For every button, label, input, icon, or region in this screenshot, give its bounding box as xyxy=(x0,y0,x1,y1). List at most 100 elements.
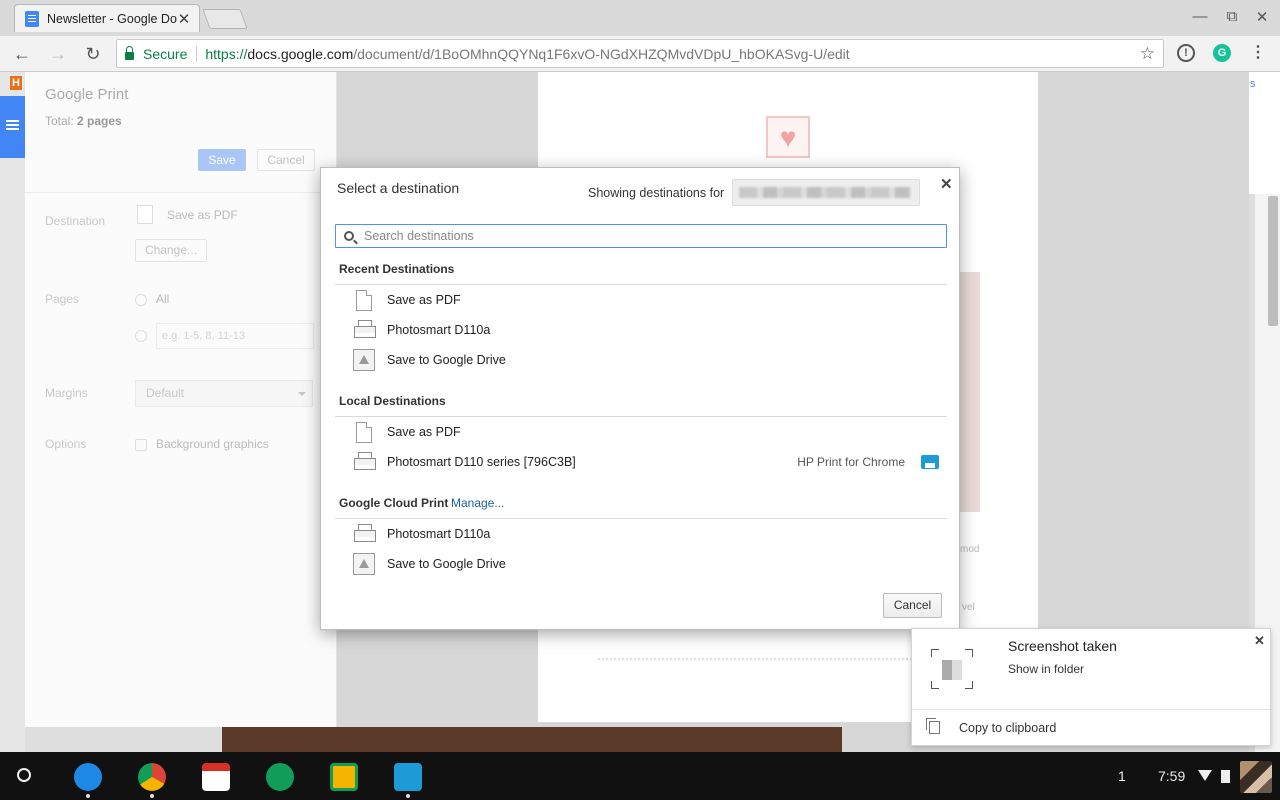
bookmark-star-icon[interactable]: ☆ xyxy=(1140,44,1155,64)
destination-value: Save as PDF xyxy=(167,208,238,222)
destination-label: Save as PDF xyxy=(387,293,461,307)
destination-item[interactable]: Save to Google Drive xyxy=(335,549,947,579)
pdf-file-icon xyxy=(356,421,372,443)
pages-all-label: All xyxy=(156,292,170,306)
print-settings-panel: Google Print Total: 2 pages Save Cancel … xyxy=(25,72,337,727)
scrollbar-thumb[interactable] xyxy=(1268,196,1278,326)
destination-item[interactable]: Photosmart D110a xyxy=(335,315,947,345)
reload-icon[interactable]: ↻ xyxy=(81,42,105,66)
local-destinations-heading: Local Destinations xyxy=(339,394,446,408)
back-icon[interactable]: ← xyxy=(10,42,34,66)
preview-bottom-photo xyxy=(222,727,842,752)
destination-item[interactable]: Save as PDF xyxy=(335,285,947,315)
chrome-icon[interactable] xyxy=(138,763,166,791)
destination-item[interactable]: Save to Google Drive xyxy=(335,345,947,375)
print-total: Total: 2 pages xyxy=(45,114,122,128)
docs-left-gutter: H xyxy=(0,72,25,752)
pages-all-radio[interactable] xyxy=(135,294,147,306)
print-total-value: 2 pages xyxy=(77,114,122,128)
minimize-icon[interactable]: — xyxy=(1190,8,1210,25)
screenshot-icon xyxy=(931,649,973,689)
destination-item[interactable]: Photosmart D110 series [796C3B] HP Print… xyxy=(335,447,947,477)
screenshot-notification: Screenshot taken Show in folder ✕ Copy t… xyxy=(911,628,1271,746)
clock[interactable]: 7:59 xyxy=(1158,768,1185,784)
lock-icon xyxy=(125,45,134,60)
forward-icon[interactable]: → xyxy=(46,42,70,66)
hp-print-icon[interactable] xyxy=(394,763,422,791)
print-total-prefix: Total: xyxy=(45,114,78,128)
url-protocol: https:// xyxy=(205,45,248,62)
files-icon[interactable] xyxy=(74,763,102,791)
background-graphics-label: Background graphics xyxy=(156,437,269,451)
browser-toolbar: ← → ↻ Secure https://docs.google.com/doc… xyxy=(0,36,1280,72)
notification-close-icon[interactable]: ✕ xyxy=(1254,633,1265,649)
address-bar[interactable]: Secure https://docs.google.com/document/… xyxy=(116,39,1164,68)
notification-count[interactable]: 1 xyxy=(1118,768,1126,784)
pages-custom-radio[interactable] xyxy=(135,330,147,342)
url-host: docs.google.com xyxy=(247,45,354,62)
new-tab-button[interactable] xyxy=(202,9,248,29)
docs-right-edge: s xyxy=(1249,72,1280,194)
heart-image-icon: ♥ xyxy=(766,116,810,158)
destination-label: Save to Google Drive xyxy=(387,557,506,571)
destination-item[interactable]: Save as PDF xyxy=(335,417,947,447)
destination-label: Photosmart D110 series [796C3B] xyxy=(387,455,576,469)
tab-close-icon[interactable]: ✕ xyxy=(177,10,191,28)
launcher-icon[interactable] xyxy=(17,768,31,782)
destination-label: Save as PDF xyxy=(387,425,461,439)
panel-divider xyxy=(25,192,337,193)
destination-label: Photosmart D110a xyxy=(387,527,491,541)
chrome-menu-icon[interactable]: ⋮ xyxy=(1249,44,1267,62)
notification-divider xyxy=(912,709,1270,710)
cloud-print-heading: Google Cloud Print xyxy=(339,496,449,510)
destination-item[interactable]: Photosmart D110a xyxy=(335,519,947,549)
extension-info-icon[interactable]: ! xyxy=(1177,44,1195,62)
margins-label: Margins xyxy=(45,386,88,400)
battery-icon[interactable] xyxy=(1221,770,1230,783)
google-drive-icon xyxy=(353,349,375,371)
window-close-icon[interactable]: ✕ xyxy=(1252,8,1272,26)
change-destination-button[interactable]: Change... xyxy=(135,239,207,262)
pdf-file-icon xyxy=(137,205,153,224)
hangouts-icon[interactable] xyxy=(266,763,294,791)
margins-select[interactable]: Default xyxy=(135,380,313,407)
pages-input[interactable]: e.g. 1-5, 8, 11-13 xyxy=(156,323,314,349)
notification-title: Screenshot taken xyxy=(1008,638,1117,654)
url-text[interactable]: https://docs.google.com/document/d/1BoOM… xyxy=(205,46,849,62)
options-label: Options xyxy=(45,437,87,451)
printer-icon xyxy=(353,319,376,341)
tab-title: Newsletter - Google Docs xyxy=(47,11,177,26)
slides-icon[interactable] xyxy=(330,763,358,791)
hp-print-icon xyxy=(921,455,939,469)
preview-text-fragment: vel xyxy=(962,602,975,613)
provider-label: HP Print for Chrome xyxy=(797,455,905,469)
showing-destinations-label: Showing destinations for xyxy=(588,186,725,200)
save-button[interactable]: Save xyxy=(198,149,246,171)
gmail-icon[interactable] xyxy=(202,763,230,791)
manage-link[interactable]: Manage... xyxy=(451,496,504,510)
wifi-icon[interactable] xyxy=(1198,770,1212,781)
redacted-account xyxy=(739,187,911,198)
search-icon xyxy=(344,231,354,241)
pages-label: Pages xyxy=(45,292,80,306)
background-graphics-checkbox[interactable] xyxy=(135,439,147,451)
tab-strip: Newsletter - Google Docs ✕ — ⧉ ✕ xyxy=(0,0,1280,36)
show-in-folder-link[interactable]: Show in folder xyxy=(1008,662,1084,676)
destination-label: Save to Google Drive xyxy=(387,353,506,367)
dialog-cancel-button[interactable]: Cancel xyxy=(883,593,942,618)
copy-icon xyxy=(926,718,940,734)
account-selector[interactable] xyxy=(732,179,920,206)
cancel-button[interactable]: Cancel xyxy=(257,149,315,171)
copy-to-clipboard-button[interactable]: Copy to clipboard xyxy=(959,721,1056,735)
dialog-close-icon[interactable]: ✕ xyxy=(940,175,953,193)
grammarly-icon[interactable]: G xyxy=(1213,44,1231,62)
search-destinations-input[interactable] xyxy=(364,229,924,243)
google-docs-favicon-icon xyxy=(25,10,39,27)
search-destinations-field[interactable] xyxy=(335,224,947,248)
maximize-icon[interactable]: ⧉ xyxy=(1222,8,1242,25)
tab-newsletter[interactable]: Newsletter - Google Docs ✕ xyxy=(14,4,200,32)
preview-text-fragment: mod xyxy=(960,544,980,555)
h-badge-icon: H xyxy=(10,76,22,90)
google-docs-menu-icon[interactable] xyxy=(0,96,25,158)
avatar[interactable] xyxy=(1240,761,1272,793)
